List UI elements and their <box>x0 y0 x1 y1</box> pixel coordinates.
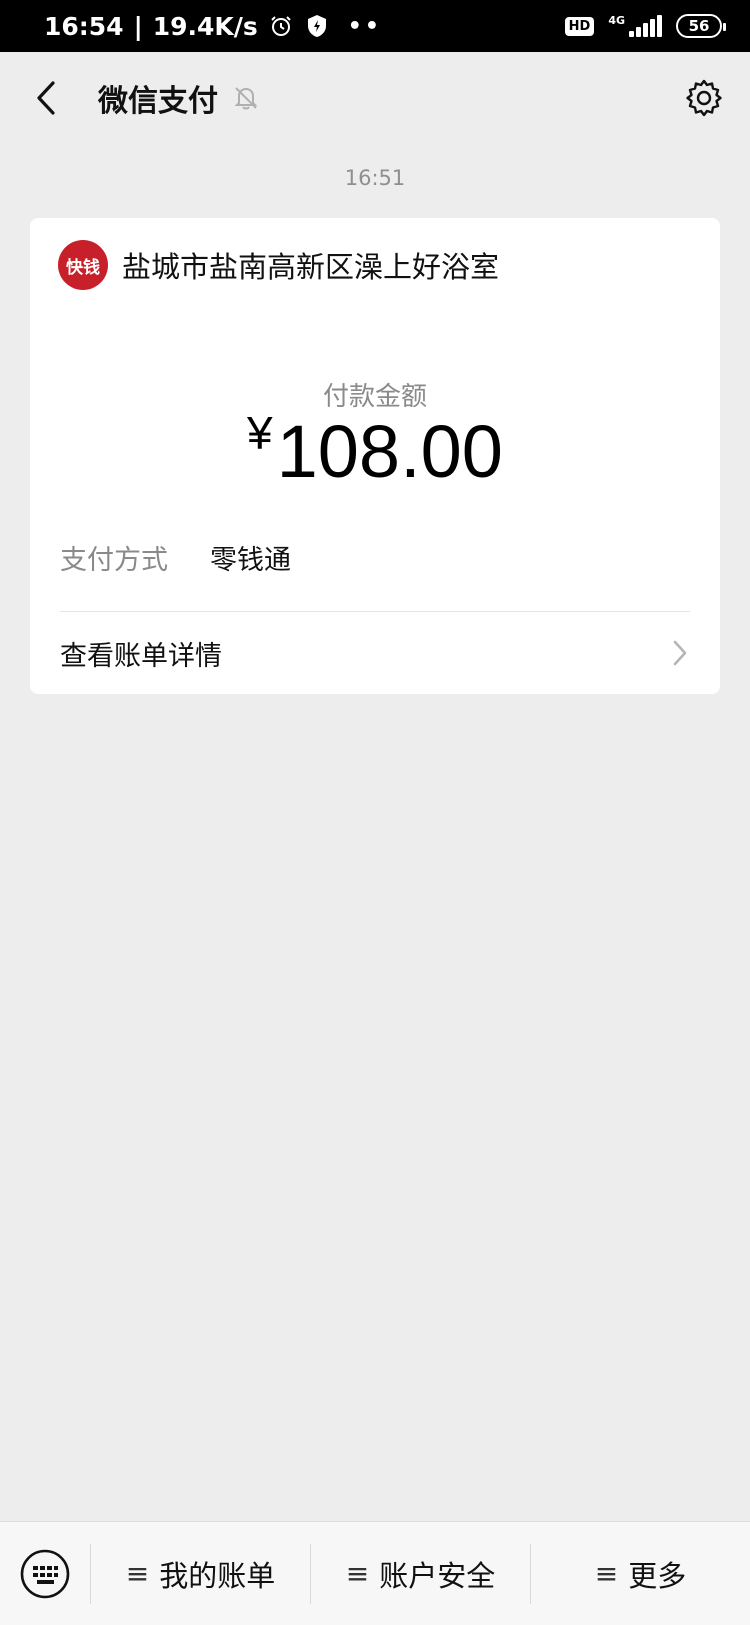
menu-lines-icon: ≡ <box>345 1557 370 1590</box>
currency-symbol: ¥ <box>247 407 273 459</box>
menu-lines-icon: ≡ <box>594 1557 619 1590</box>
alarm-icon <box>268 13 294 39</box>
bottom-menu-bar: ≡ 我的账单 ≡ 账户安全 ≡ 更多 <box>0 1521 750 1625</box>
amount-value: 108.00 <box>276 410 503 493</box>
message-timestamp: 16:51 <box>344 166 406 190</box>
merchant-logo: 快钱 <box>58 240 108 290</box>
chat-header: 微信支付 <box>0 52 750 144</box>
keyboard-toggle-button[interactable] <box>0 1522 90 1625</box>
menu-my-bills-label: 我的账单 <box>159 1558 276 1593</box>
merchant-header: 快钱 盐城市盐南高新区澡上好浴室 <box>58 240 499 290</box>
shield-icon <box>304 13 330 39</box>
status-left: 16:54 | 19.4K/s •• <box>44 12 382 41</box>
status-right: HD 4G 56 <box>564 14 726 38</box>
chevron-left-icon <box>37 81 55 115</box>
view-bill-details-label: 查看账单详情 <box>60 640 222 672</box>
menu-lines-icon: ≡ <box>125 1557 150 1590</box>
keyboard-icon <box>20 1549 70 1598</box>
pay-method-row: 支付方式 零钱通 <box>60 538 291 577</box>
network-type: 4G <box>608 14 625 27</box>
menu-account-security-label: 账户安全 <box>379 1558 496 1593</box>
hd-badge: HD <box>564 16 595 36</box>
muted-bell-icon <box>234 87 258 110</box>
menu-more[interactable]: ≡ 更多 <box>531 1522 750 1625</box>
page-title: 微信支付 <box>98 84 218 119</box>
signal-icon: 4G <box>608 15 662 37</box>
status-bar: 16:54 | 19.4K/s •• HD 4G 56 <box>0 0 750 52</box>
more-notifications-icon: •• <box>347 13 382 39</box>
chevron-right-icon <box>673 640 687 666</box>
settings-button[interactable] <box>682 76 726 120</box>
menu-my-bills[interactable]: ≡ 我的账单 <box>91 1522 310 1625</box>
merchant-name: 盐城市盐南高新区澡上好浴室 <box>122 250 500 284</box>
payment-card[interactable]: 快钱 盐城市盐南高新区澡上好浴室 付款金额 ¥108.00 支付方式 零钱通 查… <box>30 218 720 694</box>
merchant-logo-text: 快钱 <box>66 257 100 278</box>
status-separator: | <box>133 11 143 41</box>
pay-method-label: 支付方式 <box>60 545 168 576</box>
status-time: 16:54 <box>44 11 124 41</box>
menu-account-security[interactable]: ≡ 账户安全 <box>311 1522 530 1625</box>
payment-amount: ¥108.00 <box>30 406 720 497</box>
gear-icon <box>686 79 722 117</box>
status-speed: 19.4K/s <box>152 11 258 41</box>
pay-method-value: 零钱通 <box>210 545 291 576</box>
menu-more-label: 更多 <box>628 1558 687 1593</box>
view-bill-details-link[interactable]: 查看账单详情 <box>30 612 720 694</box>
battery-icon: 56 <box>676 14 726 38</box>
battery-level: 56 <box>688 17 710 35</box>
back-button[interactable] <box>24 76 68 120</box>
